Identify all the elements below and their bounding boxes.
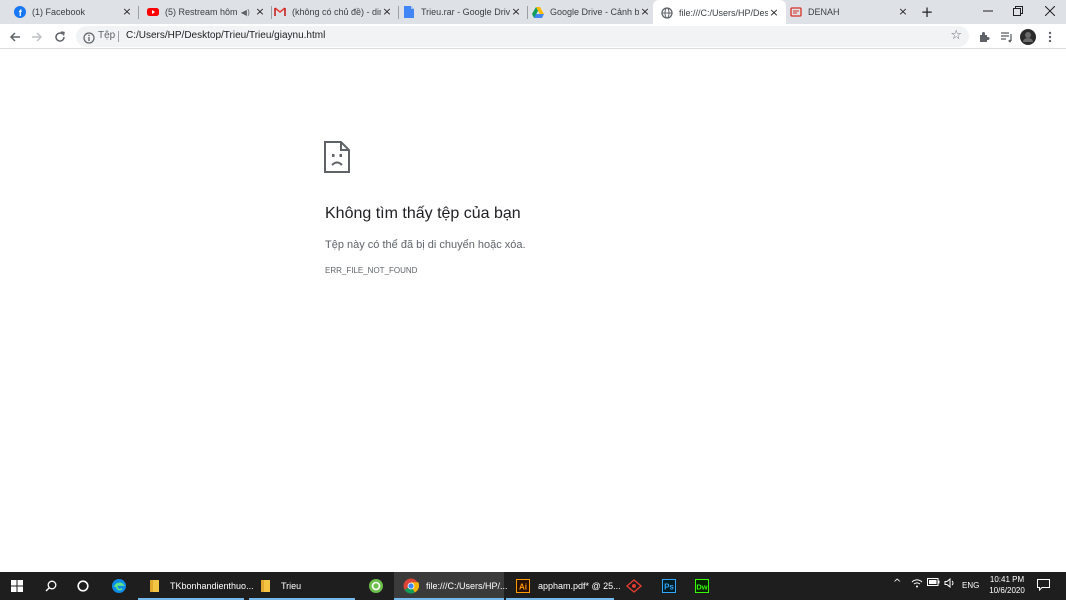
taskbar-item-chrome[interactable]: file:///C:/Users/HP/... — [394, 572, 508, 600]
forward-button[interactable] — [27, 27, 47, 47]
tab-title: DENAH — [808, 7, 840, 17]
menu-kebab-icon[interactable] — [1041, 28, 1059, 46]
close-icon[interactable]: × — [510, 6, 522, 18]
battery-icon[interactable] — [927, 578, 940, 589]
tab-title: (1) Facebook — [32, 7, 86, 17]
windows-taskbar: TKbonhandienthuo... Trieu file:///C:/Use… — [0, 572, 1066, 600]
google-docs-icon — [403, 6, 415, 18]
error-code: ERR_FILE_NOT_FOUND — [325, 266, 418, 275]
folder-icon — [258, 578, 274, 594]
taskbar-label: appham.pdf* @ 25... — [538, 581, 621, 591]
wifi-icon[interactable] — [911, 578, 923, 591]
tab-title: Trieu.rar - Google Drive — [421, 7, 510, 17]
reload-button[interactable] — [50, 27, 70, 47]
cortana-button[interactable] — [68, 572, 98, 600]
chrome-icon — [403, 578, 419, 594]
close-icon[interactable]: × — [381, 6, 393, 18]
illustrator-icon: Ai — [515, 578, 531, 594]
tab-title: (5) Restream hôm n — [165, 7, 237, 17]
browser-toolbar: Tệp C:/Users/HP/Desktop/Trieu/Trieu/giay… — [0, 24, 1066, 49]
tab-drive-file[interactable]: Trieu.rar - Google Drive × — [395, 0, 528, 24]
scheme-label: Tệp — [98, 30, 116, 41]
url-text[interactable]: C:/Users/HP/Desktop/Trieu/Trieu/giaynu.h… — [126, 30, 325, 41]
taskbar-app-red[interactable] — [620, 572, 648, 600]
globe-icon — [661, 6, 673, 19]
media-controls-icon[interactable] — [997, 28, 1015, 46]
profile-avatar[interactable] — [1019, 28, 1037, 46]
svg-text:Dw: Dw — [696, 583, 707, 592]
tab-title: Google Drive - Cảnh bá — [550, 7, 639, 17]
close-icon[interactable]: × — [254, 6, 266, 18]
language-indicator[interactable]: ENG — [962, 581, 979, 590]
youtube-icon — [147, 6, 159, 18]
speaker-icon[interactable]: ◀) — [241, 8, 250, 17]
screen: f (1) Facebook × (5) Restream hôm n ◀) ×… — [0, 0, 1066, 600]
photoshop-icon: Ps — [662, 579, 676, 593]
edge-icon — [112, 579, 126, 593]
close-icon[interactable]: × — [897, 6, 909, 18]
dreamweaver-icon: Dw — [695, 579, 709, 593]
error-heading: Không tìm thấy tệp của bạn — [325, 205, 521, 222]
tab-denah[interactable]: DENAH × — [782, 0, 915, 24]
taskbar-app-dreamweaver[interactable]: Dw — [688, 572, 716, 600]
close-icon[interactable]: × — [639, 6, 651, 18]
tab-gmail[interactable]: (không có chủ đề) - din × — [266, 0, 399, 24]
show-hidden-icons-icon[interactable]: ^ — [893, 578, 901, 589]
svg-text:Ps: Ps — [664, 583, 674, 592]
taskbar-app-photoshop[interactable]: Ps — [655, 572, 683, 600]
taskbar-item-folder-1[interactable]: TKbonhandienthuo... — [138, 572, 254, 600]
facebook-icon: f — [14, 6, 26, 18]
tab-local-file[interactable]: file:///C:/Users/HP/Des × — [653, 0, 786, 25]
tab-strip: f (1) Facebook × (5) Restream hôm n ◀) ×… — [0, 0, 1066, 25]
taskbar-app-green[interactable] — [362, 572, 390, 600]
gmail-icon — [274, 6, 286, 18]
folder-icon — [147, 578, 163, 594]
volume-icon[interactable] — [944, 577, 956, 591]
new-tab-button[interactable]: + — [918, 3, 936, 21]
svg-text:Ai: Ai — [519, 583, 527, 592]
tab-facebook[interactable]: f (1) Facebook × — [6, 0, 139, 24]
cortana-icon — [77, 580, 89, 592]
taskbar-item-folder-2[interactable]: Trieu — [249, 572, 355, 600]
extensions-icon[interactable] — [975, 28, 993, 46]
bookmark-star-icon[interactable]: ☆ — [950, 28, 962, 43]
taskbar-label: file:///C:/Users/HP/... — [426, 581, 508, 591]
minimize-button[interactable] — [973, 0, 1003, 22]
google-drive-icon — [532, 6, 544, 18]
edge-button[interactable] — [104, 572, 134, 600]
start-button[interactable] — [0, 572, 34, 600]
close-icon[interactable]: × — [768, 6, 780, 19]
info-icon[interactable] — [83, 29, 98, 44]
taskbar-label: Trieu — [281, 581, 302, 591]
search-button[interactable] — [36, 572, 66, 600]
sad-file-icon — [324, 141, 350, 173]
tab-title: (không có chủ đề) - din — [292, 7, 381, 17]
error-message: Tệp này có thể đã bị di chuyển hoặc xóa. — [325, 239, 526, 251]
clock-time: 10:41 PM — [989, 575, 1025, 584]
clock[interactable]: 10:41 PM 10/6/2020 — [987, 575, 1027, 595]
back-button[interactable] — [5, 27, 25, 47]
taskbar-label: TKbonhandienthuo... — [170, 581, 254, 591]
clock-date: 10/6/2020 — [989, 586, 1025, 595]
close-window-button[interactable] — [1035, 0, 1065, 22]
tab-google-drive[interactable]: Google Drive - Cảnh bá × — [524, 0, 657, 24]
tab-title: file:///C:/Users/HP/Des — [679, 7, 768, 18]
restore-button[interactable] — [1003, 0, 1033, 22]
taskbar-item-illustrator[interactable]: Ai appham.pdf* @ 25... — [506, 572, 621, 600]
search-icon — [45, 580, 57, 592]
windows-logo-icon — [11, 580, 23, 592]
address-bar[interactable]: Tệp C:/Users/HP/Desktop/Trieu/Trieu/giay… — [76, 26, 969, 47]
close-icon[interactable]: × — [121, 6, 133, 18]
gaming-app-icon — [626, 579, 642, 593]
notifications-icon[interactable] — [1037, 579, 1050, 594]
pdf-icon — [790, 6, 802, 18]
tab-youtube[interactable]: (5) Restream hôm n ◀) × — [139, 0, 272, 24]
green-app-icon — [369, 579, 383, 593]
address-divider — [118, 31, 119, 42]
